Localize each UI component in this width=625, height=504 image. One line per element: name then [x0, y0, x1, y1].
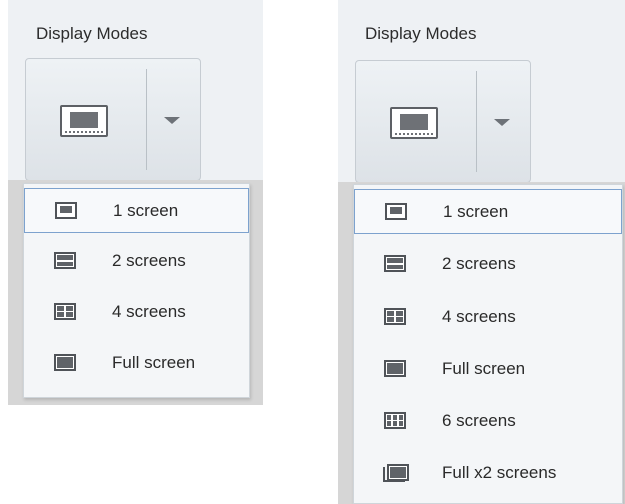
menu-item-1-screen[interactable]: 1 screen — [24, 188, 249, 233]
single-screen-icon — [390, 107, 438, 139]
full-x2-screens-icon-back — [383, 467, 405, 482]
menu-item-label: Full screen — [112, 353, 196, 372]
menu-item-1-screen[interactable]: 1 screen — [354, 189, 622, 234]
menu-item-label: 4 screens — [442, 307, 516, 326]
group-title: Display Modes — [36, 24, 148, 43]
one-screen-icon — [385, 203, 407, 220]
menu-item-label: 1 screen — [443, 202, 509, 221]
display-mode-dropdown-button[interactable] — [475, 61, 530, 182]
menu-item-2-screens[interactable]: 2 screens — [24, 239, 249, 284]
chevron-down-icon — [494, 119, 510, 126]
menu-item-4-screens[interactable]: 4 screens — [24, 290, 249, 335]
menu-item-4-screens[interactable]: 4 screens — [354, 295, 622, 340]
menu-item-label: 2 screens — [442, 254, 516, 273]
menu-item-full-screen[interactable]: Full screen — [354, 347, 622, 392]
display-mode-split-button[interactable] — [355, 60, 531, 183]
group-title: Display Modes — [365, 24, 477, 43]
display-mode-split-button[interactable] — [25, 58, 201, 181]
menu-item-label: 2 screens — [112, 251, 186, 270]
six-screens-icon — [384, 412, 406, 429]
full-screen-icon — [54, 354, 76, 371]
menu-item-full-screen[interactable]: Full screen — [24, 341, 249, 386]
display-mode-dropdown-button[interactable] — [145, 59, 200, 180]
display-mode-main-button[interactable] — [26, 59, 146, 180]
display-mode-menu: 1 screen 2 screens 4 screens Full screen — [23, 183, 250, 398]
right-display-modes-panel: Display Modes 1 screen 2 screens 4 scree… — [338, 0, 625, 504]
menu-item-label: Full screen — [442, 359, 526, 378]
menu-item-6-screens[interactable]: 6 screens — [354, 399, 622, 444]
display-mode-main-button[interactable] — [356, 61, 476, 182]
display-mode-menu: 1 screen 2 screens 4 screens Full screen — [353, 184, 623, 504]
full-screen-icon — [384, 360, 406, 377]
one-screen-icon — [55, 202, 77, 219]
menu-item-2-screens[interactable]: 2 screens — [354, 242, 622, 287]
menu-item-label: 6 screens — [442, 411, 516, 430]
four-screens-icon — [384, 308, 406, 325]
two-screens-icon — [54, 252, 76, 269]
menu-item-label: 1 screen — [113, 201, 179, 220]
chevron-down-icon — [164, 117, 180, 124]
two-screens-icon — [384, 255, 406, 272]
four-screens-icon — [54, 303, 76, 320]
left-display-modes-panel: Display Modes 1 screen 2 screens 4 scree… — [8, 0, 263, 405]
menu-item-label: 4 screens — [112, 302, 186, 321]
single-screen-icon — [60, 105, 108, 137]
menu-item-label: Full x2 screens — [442, 463, 557, 482]
menu-item-full-x2-screens[interactable]: Full x2 screens — [354, 451, 622, 496]
